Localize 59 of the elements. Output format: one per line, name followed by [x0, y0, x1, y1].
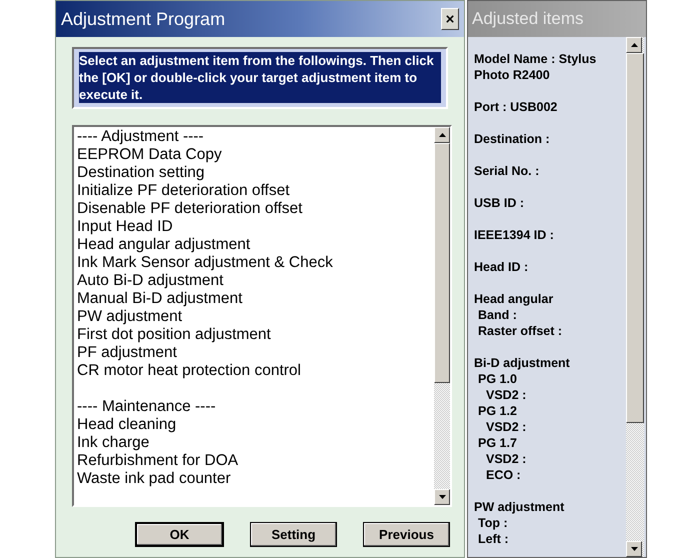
item-label: USB ID :	[474, 195, 525, 211]
list-item[interactable]: Destination setting	[76, 164, 432, 182]
down-arrow-icon	[630, 547, 638, 551]
item-label: IEEE1394 ID :	[474, 227, 555, 243]
list-item[interactable]: Manual Bi-D adjustment	[76, 290, 432, 308]
scroll-thumb[interactable]	[626, 53, 644, 423]
list-item[interactable]: EEPROM Data Copy	[76, 146, 432, 164]
item-label: Head ID :	[474, 259, 530, 275]
scroll-down-button[interactable]	[626, 541, 642, 557]
dialog-button[interactable]: Previous	[363, 522, 450, 547]
scrollbar[interactable]	[434, 127, 450, 505]
list-item[interactable]: Head angular adjustment	[76, 236, 432, 254]
item-label: Bi-D adjustment	[474, 355, 571, 371]
scrollbar[interactable]	[626, 37, 644, 557]
item-label: Raster offset :	[478, 323, 564, 339]
item-label: VSD2 :	[486, 419, 528, 435]
item-label: Model Name : Stylus Photo R2400	[474, 51, 598, 83]
window-title: Adjustment Program	[61, 8, 226, 30]
panel-title: Adjusted items	[468, 1, 646, 37]
list-item[interactable]: PF adjustment	[76, 344, 432, 362]
item-label: Head angular	[474, 291, 554, 307]
scroll-up-button[interactable]	[434, 127, 450, 143]
scroll-down-button[interactable]	[434, 489, 450, 505]
list-item[interactable]: PW adjustment	[76, 308, 432, 326]
item-label: Left :	[478, 531, 510, 547]
list-item[interactable]: Refurbishment for DOA	[76, 452, 432, 470]
item-label: PG 1.7	[478, 435, 518, 451]
list-item[interactable]: Initialize PF deterioration offset	[76, 182, 432, 200]
list-item[interactable]: Head cleaning	[76, 416, 432, 434]
item-label: Serial No. :	[474, 163, 540, 179]
list-item[interactable]: Ink charge	[76, 434, 432, 452]
close-button[interactable]: ×	[441, 8, 459, 30]
section-header: ---- Maintenance ----	[76, 398, 217, 416]
list-item[interactable]: Ink Mark Sensor adjustment & Check	[76, 254, 432, 272]
item-label: VSD2 :	[486, 451, 528, 467]
item-label: Top :	[478, 515, 509, 531]
item-label: Port : USB002	[474, 99, 558, 115]
list-item[interactable]: CR motor heat protection control	[76, 362, 432, 380]
list-item[interactable]: Disenable PF deterioration offset	[76, 200, 432, 218]
section-header: ---- Adjustment ----	[76, 128, 205, 146]
scroll-up-button[interactable]	[626, 37, 642, 53]
item-label: PG 1.0	[478, 371, 518, 387]
list-item[interactable]: Waste ink pad counter	[76, 470, 432, 488]
scroll-thumb[interactable]	[434, 143, 450, 383]
down-arrow-icon	[438, 495, 446, 499]
instruction-text: Select an adjustment item from the followings. Then click the [OK] or double-click your target adjustment item to execute it.	[79, 52, 441, 103]
dialog-button[interactable]: OK	[135, 522, 224, 547]
up-arrow-icon	[630, 43, 638, 47]
item-label: PW adjustment	[474, 499, 566, 515]
item-label: ECO :	[486, 467, 522, 483]
item-label: Band :	[478, 307, 518, 323]
item-label: Destination :	[474, 131, 551, 147]
dialog-button[interactable]: Setting	[250, 522, 337, 547]
up-arrow-icon	[438, 133, 446, 137]
list-item[interactable]: First dot position adjustment	[76, 326, 432, 344]
item-label: PG 1.2	[478, 403, 518, 419]
list-item[interactable]: Input Head ID	[76, 218, 432, 236]
list-item[interactable]: Auto Bi-D adjustment	[76, 272, 432, 290]
item-label: VSD2 :	[486, 387, 528, 403]
